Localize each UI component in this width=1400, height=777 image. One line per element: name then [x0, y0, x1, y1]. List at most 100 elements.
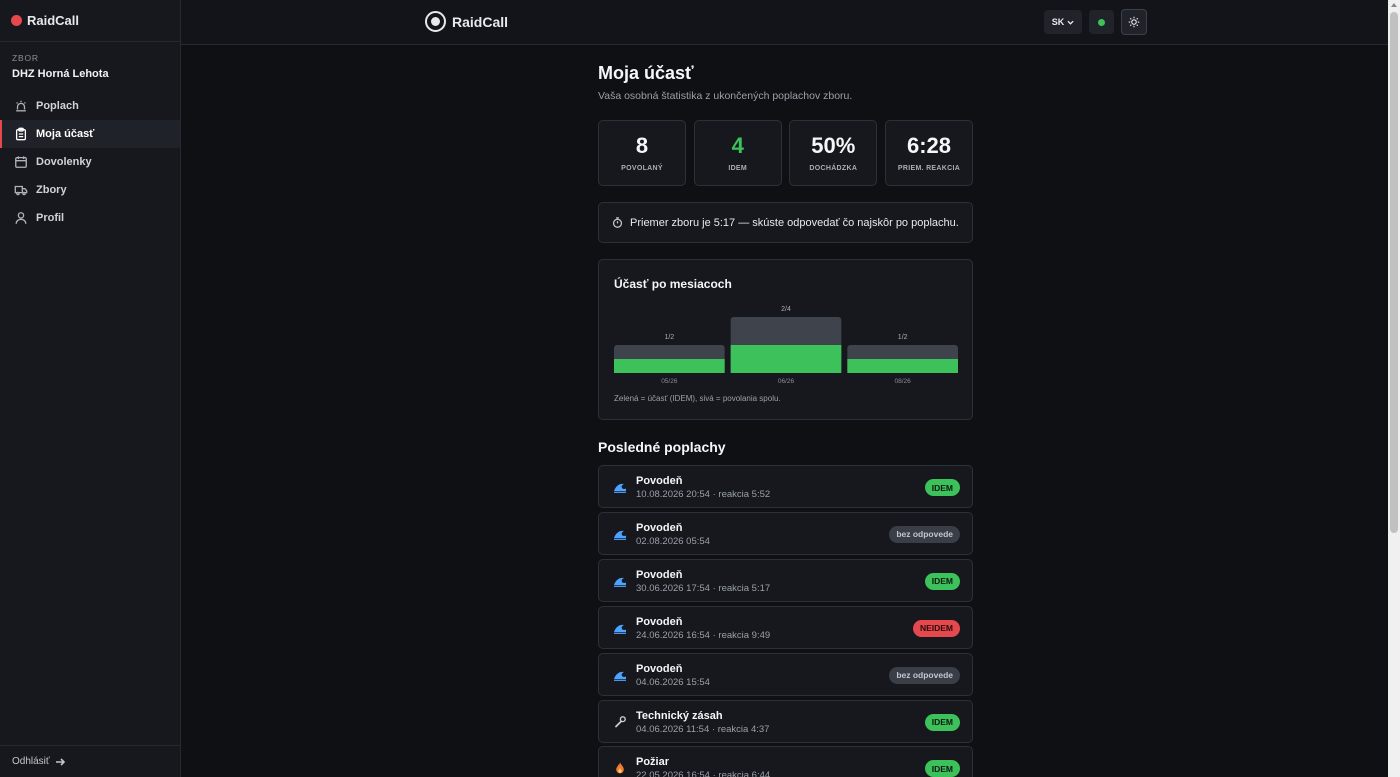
theme-toggle-button[interactable] [1121, 9, 1147, 35]
siren-icon [16, 100, 26, 112]
recent-alarms-title: Posledné poplachy [598, 439, 726, 455]
chevron-down-icon [1067, 20, 1074, 25]
fire-icon [613, 761, 627, 775]
wave-icon [613, 621, 627, 635]
logout-label: Odhlásiť [12, 756, 50, 767]
stat-value: 6:28 [906, 133, 952, 158]
sidebar-nav: Poplach Moja účasť Dovolenky Zbory Profi… [0, 92, 180, 232]
stat-value: 8 [635, 133, 649, 158]
status-badge: IDEM [924, 572, 960, 590]
sidebar-item-dovolenky[interactable]: Dovolenky [0, 148, 180, 176]
wave-icon [613, 480, 627, 494]
sidebar-item-label: Poplach [36, 100, 79, 112]
sidebar-item-zbory[interactable]: Zbory [0, 176, 180, 204]
sidebar-item-label: Zbory [36, 184, 67, 196]
org-section-label: ZBOR [12, 53, 39, 63]
scrollbar-thumb[interactable] [1390, 12, 1398, 533]
alarm-type: Povodeň [636, 521, 683, 534]
alarm-type: Povodeň [636, 568, 683, 581]
alarm-row[interactable]: Povodeň 30.06.2026 17:54 · reakcia 5:17 ID… [598, 558, 973, 602]
wave-icon [613, 527, 627, 541]
sidebar: RaidCall ZBOR DHZ Horná Lehota Poplach M… [0, 0, 181, 777]
page-subtitle: Vaša osobná štatistika z ukončených popl… [598, 90, 853, 102]
bar-data-label: 1/2 [898, 334, 908, 341]
user-icon [15, 212, 27, 224]
alarm-meta: 10.08.2026 20:54 · reakcia 5:52 [636, 489, 771, 500]
top-logo[interactable]: RaidCall [425, 11, 508, 32]
alarm-meta: 04.06.2026 11:54 · reakcia 4:37 [636, 723, 770, 735]
info-banner: Priemer zboru je 5:17 — skúste odpovedať… [598, 202, 973, 243]
stat-value: 50% [811, 133, 856, 158]
raidcall-logo-icon [425, 11, 446, 32]
stat-card-povolany: 8 POVOLANÝ [598, 120, 686, 186]
logout-button[interactable]: Odhlásiť [0, 745, 180, 777]
calendar-icon [15, 156, 27, 168]
alarm-meta: 02.08.2026 05:54 [636, 535, 710, 547]
stat-label: IDEM [728, 165, 748, 172]
alarm-row[interactable]: Povodeň 04.06.2026 15:54 bez odpovede [598, 652, 973, 696]
brand-name: RaidCall [27, 13, 80, 28]
x-tick-label: 08/26 [895, 378, 912, 385]
sun-icon [1128, 16, 1140, 28]
clipboard-icon [15, 127, 27, 141]
wrench-icon [613, 715, 627, 729]
language-select[interactable]: SK [1044, 10, 1082, 34]
scroll-up-icon[interactable] [1391, 3, 1397, 7]
alarm-meta: 04.06.2026 15:54 [636, 676, 710, 688]
sidebar-item-poplach[interactable]: Poplach [0, 92, 180, 120]
status-dot-icon [1098, 18, 1105, 26]
status-badge: NEIDEM [912, 619, 960, 637]
status-badge: IDEM [924, 479, 960, 496]
bar-attended [847, 359, 958, 373]
alarm-type: Povodeň [636, 615, 683, 628]
page-scrollbar[interactable] [1388, 0, 1400, 777]
status-badge: bez odpovede [889, 666, 960, 684]
bar-attended [730, 345, 842, 373]
bar-data-label: 1/2 [664, 334, 674, 341]
alarm-type: Povodeň [636, 475, 683, 487]
stat-label: PRIEM. REAKCIA [897, 165, 961, 172]
wave-icon [613, 668, 627, 682]
alarm-row[interactable]: Povodeň 02.08.2026 05:54 bez odpovede [598, 511, 973, 555]
top-logo-text: RaidCall [452, 13, 509, 30]
alarm-meta: 30.06.2026 17:54 · reakcia 5:17 [636, 582, 771, 594]
arrow-right-icon [55, 757, 65, 766]
monthly-attendance-chart: 1/2 05/26 2/4 06/26 1/2 08/26 [614, 306, 958, 385]
stats-row: 8 POVOLANÝ 4 IDEM 50% DOCHÁDZKA 6:28 PRI… [598, 120, 973, 186]
bar-attended [614, 359, 725, 373]
language-value: SK [1051, 17, 1065, 27]
x-tick-label: 06/26 [778, 378, 795, 385]
sidebar-item-label: Moja účasť [36, 128, 95, 140]
truck-icon [14, 185, 28, 196]
alarm-meta: 22.05.2026 16:54 · reakcia 6:44 [636, 770, 771, 777]
page-title: Moja účasť [598, 63, 694, 83]
alarm-type: Požiar [636, 756, 670, 769]
chart-title: Účasť po mesiacoch [614, 277, 732, 291]
connection-status-button[interactable] [1089, 10, 1114, 34]
bar-data-label: 2/4 [781, 306, 791, 313]
sidebar-item-moja-ucast[interactable]: Moja účasť [0, 120, 180, 148]
stat-label: DOCHÁDZKA [809, 165, 858, 172]
stat-card-dochadzka: 50% DOCHÁDZKA [789, 120, 878, 186]
alarm-type: Technický zásah [636, 709, 723, 722]
alarm-row[interactable]: Požiar 22.05.2026 16:54 · reakcia 6:44 IDE… [598, 746, 973, 777]
org-name: DHZ Horná Lehota [12, 68, 109, 80]
wave-icon [613, 574, 627, 588]
stat-card-idem: 4 IDEM [693, 120, 782, 186]
sidebar-brand[interactable]: RaidCall [0, 0, 180, 42]
stat-value: 4 [731, 133, 744, 158]
stat-label: POVOLANÝ [621, 165, 663, 172]
status-badge: IDEM [924, 760, 960, 777]
alarm-row[interactable]: Povodeň 24.06.2026 16:54 · reakcia 9:49 NE… [598, 605, 973, 649]
stopwatch-icon [612, 217, 623, 228]
alarm-meta: 24.06.2026 16:54 · reakcia 9:49 [636, 629, 771, 641]
top-bar: RaidCall SK [181, 0, 1388, 45]
brand-dot-icon [11, 15, 22, 26]
chart-legend-note: Zelená = účasť (IDEM), sivá = povolania … [614, 394, 781, 403]
info-text: Priemer zboru je 5:17 — skúste odpovedať… [630, 216, 959, 229]
alarm-row[interactable]: Povodeň 10.08.2026 20:54 · reakcia 5:52 ID… [598, 465, 973, 508]
alarm-row[interactable]: Technický zásah 04.06.2026 11:54 · reakci… [598, 699, 973, 743]
sidebar-item-profil[interactable]: Profil [0, 204, 180, 232]
status-badge: bez odpovede [889, 525, 960, 543]
x-tick-label: 05/26 [661, 378, 678, 385]
